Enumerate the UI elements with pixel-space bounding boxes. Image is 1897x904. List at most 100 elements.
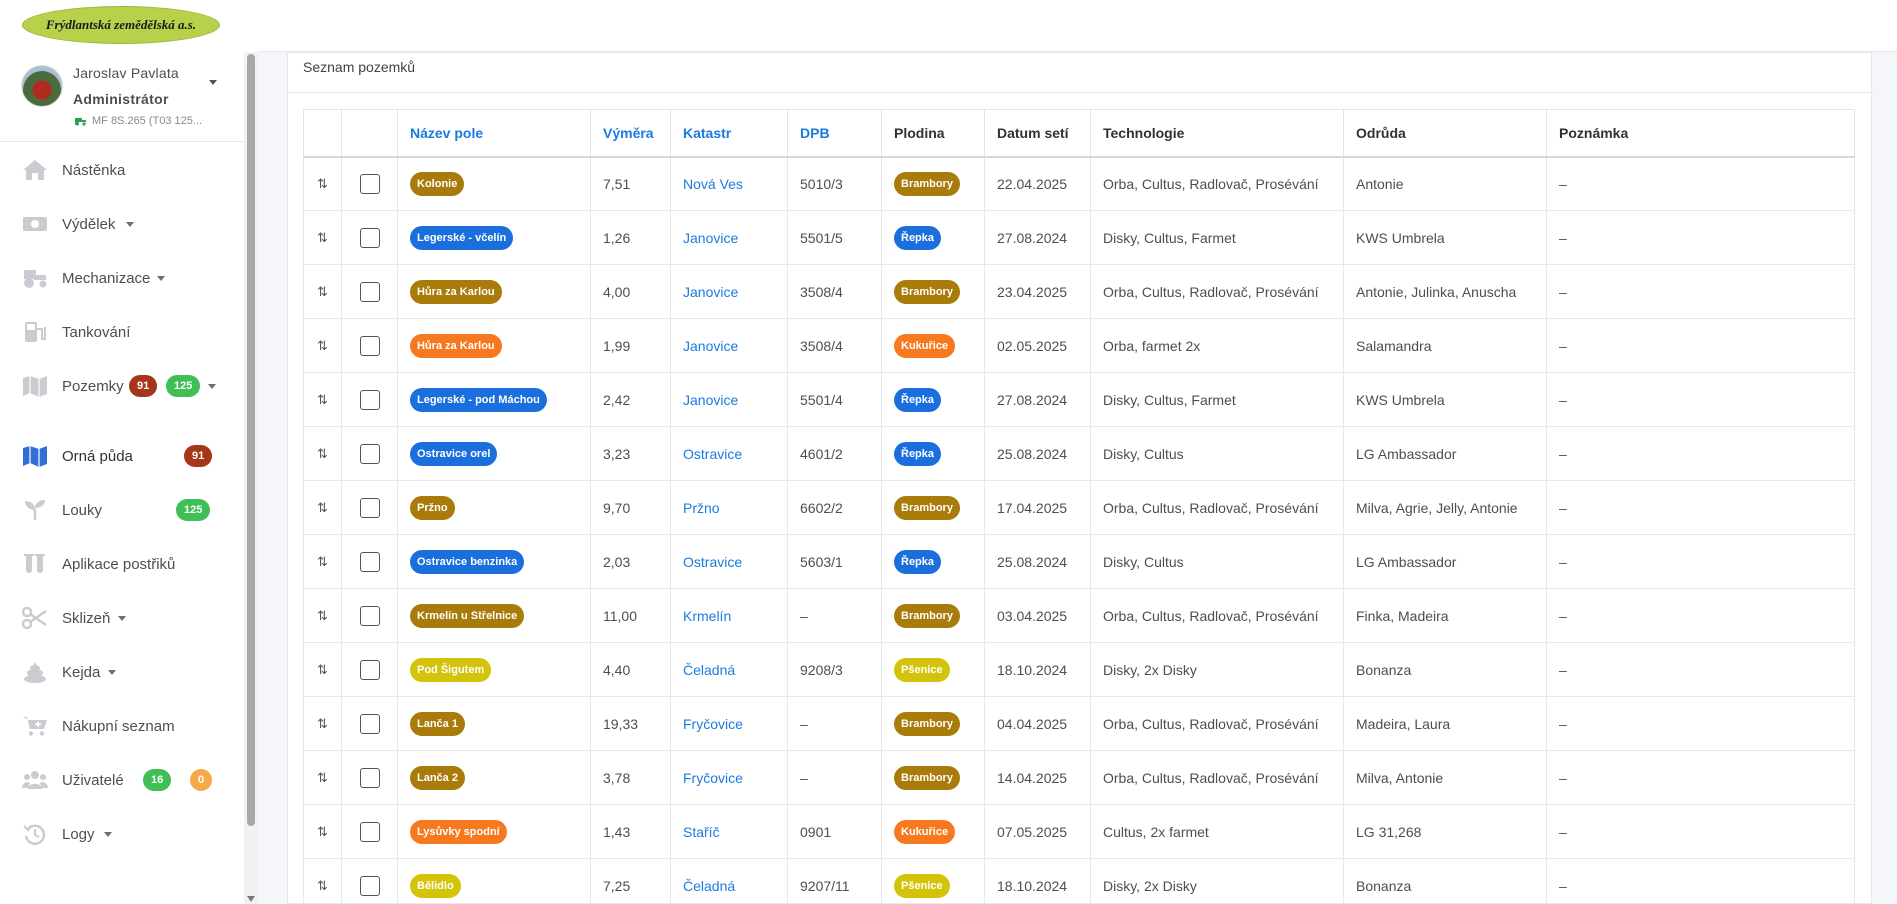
table-row[interactable]: ⇅ Hůra za Karlou 1,99 Janovice 3508/4 Kukuřic… — [303, 318, 1855, 373]
field-name-pill[interactable]: Lanča 1 — [410, 711, 465, 736]
sidebar-item-logy[interactable]: Logy — [0, 816, 244, 852]
column-header-poznamka: Poznámka — [1546, 109, 1855, 158]
row-checkbox[interactable] — [359, 389, 380, 410]
drag-handle-icon[interactable]: ⇅ — [303, 588, 342, 643]
table-row[interactable]: ⇅ Ostravice orel 3,23 Ostravice 4601/2 Řepka 2… — [303, 426, 1855, 481]
sidebar-item-vydelek[interactable]: Výdělek — [0, 206, 244, 242]
column-header-vymera[interactable]: Výměra — [590, 109, 671, 158]
scroll-down-arrow-icon[interactable] — [247, 896, 255, 902]
katastr-link[interactable]: Nová Ves — [670, 156, 788, 211]
row-checkbox[interactable] — [359, 497, 380, 518]
katastr-link[interactable]: Pržno — [670, 480, 788, 535]
drag-handle-icon[interactable]: ⇅ — [303, 858, 342, 904]
row-checkbox[interactable] — [359, 659, 380, 680]
column-header-nazev[interactable]: Název pole — [397, 109, 591, 158]
row-checkbox[interactable] — [359, 173, 380, 194]
drag-handle-icon[interactable]: ⇅ — [303, 642, 342, 697]
katastr-link[interactable]: Krmelín — [670, 588, 788, 643]
field-name-pill[interactable]: Pod Šigutem — [410, 657, 492, 682]
row-checkbox[interactable] — [359, 281, 380, 302]
katastr-link[interactable]: Janovice — [670, 372, 788, 427]
field-name-pill[interactable]: Bělidlo — [410, 873, 461, 898]
drag-handle-icon[interactable]: ⇅ — [303, 534, 342, 589]
field-name-pill[interactable]: Hůra za Karlou — [410, 279, 502, 304]
katastr-link[interactable]: Janovice — [670, 210, 788, 265]
table-row[interactable]: ⇅ Hůra za Karlou 4,00 Janovice 3508/4 Brambor… — [303, 264, 1855, 319]
user-panel[interactable]: Jaroslav Pavlata Administrátor MF 8S.265… — [0, 52, 244, 142]
field-name-pill[interactable]: Legerské - včelín — [410, 225, 514, 250]
sidebar-item-pozemky[interactable]: Pozemky 91 125 — [0, 368, 244, 404]
field-name-pill[interactable]: Lanča 2 — [410, 765, 465, 790]
row-checkbox[interactable] — [359, 443, 380, 464]
column-header-katastr[interactable]: Katastr — [670, 109, 788, 158]
table-row[interactable]: ⇅ Pod Šigutem 4,40 Čeladná 9208/3 Pšenice 18.1… — [303, 642, 1855, 697]
table-row[interactable]: ⇅ Bělidlo 7,25 Čeladná 9207/11 Pšenice 18.10.2… — [303, 858, 1855, 904]
katastr-link[interactable]: Fryčovice — [670, 750, 788, 805]
drag-handle-icon[interactable]: ⇅ — [303, 156, 342, 211]
sidebar-item-tankovani[interactable]: Tankování — [0, 314, 244, 350]
katastr-link[interactable]: Janovice — [670, 318, 788, 373]
sidebar-item-uzivatele[interactable]: Uživatelé 16 0 — [0, 762, 244, 798]
table-row[interactable]: ⇅ Lanča 2 3,78 Fryčovice – Brambory 14.04.2025… — [303, 750, 1855, 805]
logo[interactable]: Frýdlantská zemědělská a.s. — [0, 0, 258, 52]
table-row[interactable]: ⇅ Ostravice benzinka 2,03 Ostravice 5603/1 Ře… — [303, 534, 1855, 589]
table-row[interactable]: ⇅ Lysůvky spodní 1,43 Staříč 0901 Kukuřice 07.… — [303, 804, 1855, 859]
note-cell: – — [1546, 642, 1855, 697]
sidebar-item-sklizen[interactable]: Sklizeň — [0, 600, 244, 636]
field-name-pill[interactable]: Kolonie — [410, 171, 465, 196]
chevron-down-icon[interactable] — [209, 80, 217, 85]
katastr-link[interactable]: Čeladná — [670, 642, 788, 697]
drag-handle-icon[interactable]: ⇅ — [303, 318, 342, 373]
sidebar-item-louky[interactable]: Louky 125 — [0, 492, 244, 528]
sidebar-item-label: Výdělek — [62, 215, 116, 233]
note-cell: – — [1546, 426, 1855, 481]
row-checkbox[interactable] — [359, 821, 380, 842]
row-checkbox[interactable] — [359, 713, 380, 734]
field-name-pill[interactable]: Hůra za Karlou — [410, 333, 502, 358]
katastr-link[interactable]: Ostravice — [670, 534, 788, 589]
sidebar-item-nastenka[interactable]: Nástěnka — [0, 152, 244, 188]
sidebar-item-orna-puda[interactable]: Orná půda 91 — [0, 438, 244, 474]
table-row[interactable]: ⇅ Lanča 1 19,33 Fryčovice – Brambory 04.04.202… — [303, 696, 1855, 751]
column-header-dpb[interactable]: DPB — [787, 109, 882, 158]
katastr-link[interactable]: Fryčovice — [670, 696, 788, 751]
field-name-pill[interactable]: Legerské - pod Máchou — [410, 387, 547, 412]
row-checkbox[interactable] — [359, 875, 380, 896]
table-row[interactable]: ⇅ Legerské - pod Máchou 2,42 Janovice 5501/4… — [303, 372, 1855, 427]
field-name-pill[interactable]: Ostravice benzinka — [410, 549, 525, 574]
drag-handle-icon[interactable]: ⇅ — [303, 480, 342, 535]
row-checkbox[interactable] — [359, 335, 380, 356]
sidebar-scrollbar[interactable] — [244, 52, 258, 904]
table-row[interactable]: ⇅ Pržno 9,70 Pržno 6602/2 Brambory 17.04.2025 O… — [303, 480, 1855, 535]
row-select-cell — [341, 642, 398, 697]
row-checkbox[interactable] — [359, 767, 380, 788]
drag-handle-icon[interactable]: ⇅ — [303, 750, 342, 805]
row-checkbox[interactable] — [359, 551, 380, 572]
katastr-link[interactable]: Staříč — [670, 804, 788, 859]
table-row[interactable]: ⇅ Kolonie 7,51 Nová Ves 5010/3 Brambory 22.04.… — [303, 156, 1855, 211]
katastr-link[interactable]: Ostravice — [670, 426, 788, 481]
table-row[interactable]: ⇅ Krmelín u Střelnice 11,00 Krmelín – Brambor… — [303, 588, 1855, 643]
sowing-date-cell: 23.04.2025 — [984, 264, 1091, 319]
drag-handle-icon[interactable]: ⇅ — [303, 696, 342, 751]
katastr-link[interactable]: Čeladná — [670, 858, 788, 904]
sidebar-item-kejda[interactable]: Kejda — [0, 654, 244, 690]
field-name-pill[interactable]: Ostravice orel — [410, 441, 498, 466]
drag-handle-icon[interactable]: ⇅ — [303, 372, 342, 427]
drag-handle-icon[interactable]: ⇅ — [303, 804, 342, 859]
sidebar-item-mechanizace[interactable]: Mechanizace — [0, 260, 244, 296]
katastr-link[interactable]: Janovice — [670, 264, 788, 319]
row-checkbox[interactable] — [359, 227, 380, 248]
sidebar-item-nakupni-seznam[interactable]: Nákupní seznam — [0, 708, 244, 744]
drag-handle-icon[interactable]: ⇅ — [303, 264, 342, 319]
scrollbar-thumb[interactable] — [247, 54, 255, 826]
field-name-pill[interactable]: Lysůvky spodní — [410, 819, 507, 844]
drag-handle-icon[interactable]: ⇅ — [303, 426, 342, 481]
drag-handle-icon[interactable]: ⇅ — [303, 210, 342, 265]
field-name-pill[interactable]: Krmelín u Střelnice — [410, 603, 525, 628]
table-row[interactable]: ⇅ Legerské - včelín 1,26 Janovice 5501/5 Řepk… — [303, 210, 1855, 265]
row-checkbox[interactable] — [359, 605, 380, 626]
sidebar-item-aplikace-postriku[interactable]: Aplikace postřiků — [0, 546, 244, 582]
crop-pill: Pšenice — [894, 873, 950, 898]
field-name-pill[interactable]: Pržno — [410, 495, 455, 520]
